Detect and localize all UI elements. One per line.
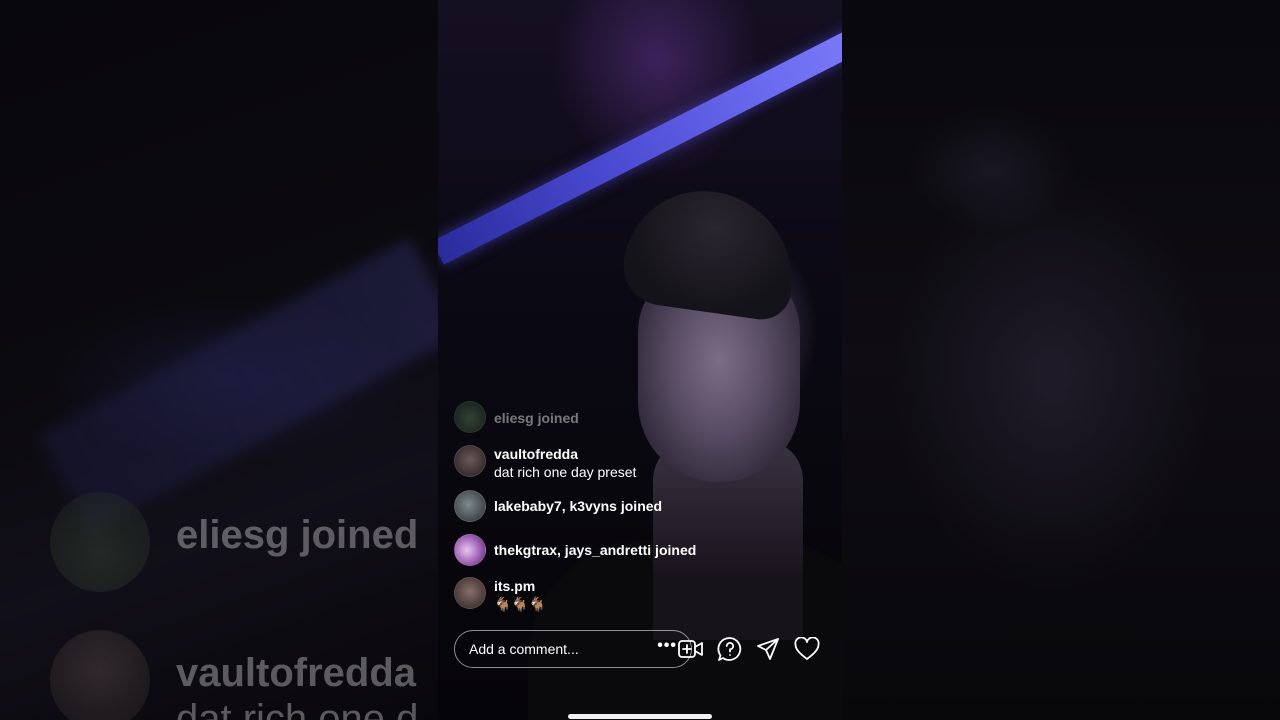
avatar[interactable] [454,445,486,477]
background-avatar [50,492,150,592]
blurred-background-left: eliesg joined vaultofredda dat rich one … [0,0,438,720]
question-icon[interactable] [715,634,745,664]
comment-input[interactable]: Add a comment... ••• [454,630,692,668]
list-item: its.pm 🐐🐐🐐 [454,577,546,613]
live-video-frame: eliesg joined vaultofredda dat rich one … [438,0,842,720]
avatar[interactable] [454,401,486,433]
background-comment-user: eliesg joined [176,513,419,557]
comment-user: thekgtrax, jays_andretti joined [494,542,697,558]
list-item: lakebaby7, k3vyns joined [454,490,662,522]
list-item: eliesg joined [454,401,579,433]
avatar[interactable] [454,490,486,522]
avatar[interactable] [454,534,486,566]
list-item: vaultofredda dat rich one day preset [454,445,636,481]
send-icon[interactable] [753,634,783,664]
avatar[interactable] [454,577,486,609]
comment-user[interactable]: its.pm [494,577,546,595]
video-person-cap [618,180,804,324]
comment-user: eliesg joined [494,410,579,426]
home-indicator [568,714,712,719]
heart-icon[interactable] [792,634,822,664]
more-options-button[interactable]: ••• [657,637,677,655]
add-guest-video-icon[interactable] [676,634,706,664]
comment-user: lakebaby7, k3vyns joined [494,498,663,514]
background-comment: vaultofredda dat rich one d [50,630,418,720]
list-item: thekgtrax, jays_andretti joined [454,534,696,566]
background-comment-user: vaultofredda [176,651,417,695]
background-light-beam [38,237,438,533]
background-avatar [50,630,150,720]
comment-user[interactable]: vaultofredda [494,445,636,463]
comment-text: 🐐🐐🐐 [494,596,547,612]
background-comment-text: dat rich one d [176,697,419,720]
blurred-background-right [842,0,1280,720]
comment-input-placeholder: Add a comment... [469,641,579,657]
comment-text: dat rich one day preset [494,464,637,480]
background-comment: eliesg joined [50,492,418,592]
